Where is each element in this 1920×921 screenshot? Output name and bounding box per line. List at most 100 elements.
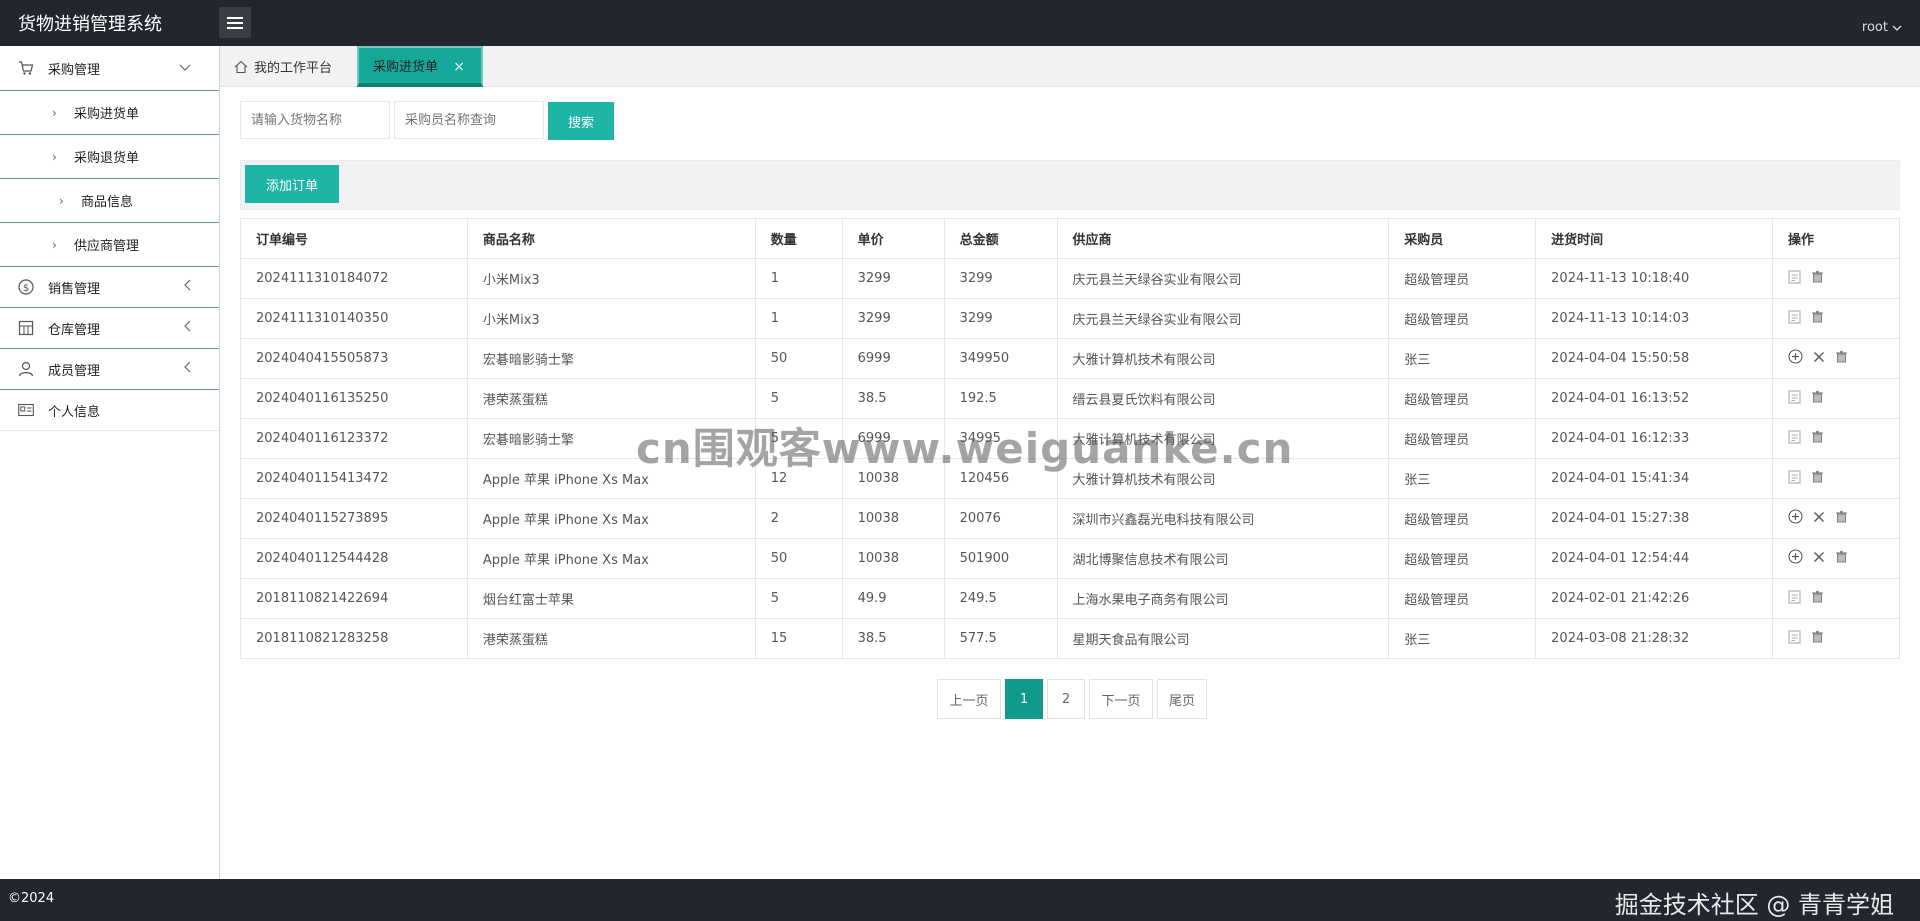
close-icon[interactable] (1813, 351, 1825, 363)
chevron-down-icon (1892, 25, 1902, 31)
cell-product-name: 港荣蒸蛋糕 (466, 378, 756, 419)
menu-icon (227, 16, 243, 29)
add-circle-icon[interactable] (1788, 349, 1803, 364)
cell-order-id: 2024040115413472 (240, 458, 468, 499)
table-row: 2024040112544428 Apple 苹果 iPhone Xs Max 50… (240, 538, 1900, 579)
chevron-left-icon (184, 361, 191, 373)
delete-icon[interactable] (1811, 590, 1824, 603)
prev-page-button[interactable]: 上一页 (937, 679, 1001, 719)
cell-total-amount: 349950 (943, 338, 1058, 379)
sidebar-item-purchase-order[interactable]: › 采购进货单 (0, 91, 219, 135)
cell-order-id: 2018110821422694 (240, 578, 468, 619)
sidebar-group-label: 个人信息 (48, 404, 101, 420)
delete-icon[interactable] (1835, 550, 1848, 563)
cell-buyer: 超级管理员 (1388, 498, 1537, 539)
sidebar-group-purchase[interactable]: 采购管理 (0, 46, 219, 91)
add-circle-icon[interactable] (1788, 509, 1803, 524)
page-1-button[interactable]: 1 (1005, 679, 1043, 719)
delete-icon[interactable] (1811, 310, 1824, 323)
cell-unit-price: 6999 (841, 338, 945, 379)
tab-purchase-order[interactable]: 采购进货单 × (357, 46, 483, 87)
cell-total-amount: 249.5 (943, 578, 1058, 619)
page-2-button[interactable]: 2 (1047, 679, 1085, 719)
row-actions (1788, 429, 1824, 444)
row-actions (1788, 629, 1824, 644)
cell-quantity: 1 (754, 298, 843, 339)
cell-product-name: 宏碁暗影骑士擎 (466, 338, 756, 379)
delete-icon[interactable] (1835, 350, 1848, 363)
row-actions (1788, 269, 1824, 284)
sidebar-group-sales[interactable]: $ 销售管理 (0, 267, 219, 308)
cell-quantity: 5 (754, 378, 843, 419)
cell-product-name: 小米Mix3 (466, 298, 756, 339)
cell-order-id: 2024111310140350 (240, 298, 468, 339)
cell-order-id: 2024040115273895 (240, 498, 468, 539)
delete-icon[interactable] (1811, 390, 1824, 403)
edit-icon[interactable] (1788, 309, 1801, 324)
cell-unit-price: 38.5 (841, 618, 945, 659)
delete-icon[interactable] (1835, 510, 1848, 523)
chevron-left-icon (184, 279, 191, 291)
column-header: 进货时间 (1535, 218, 1774, 259)
edit-icon[interactable] (1788, 629, 1801, 644)
cell-order-id: 2024111310184072 (240, 258, 468, 299)
cell-actions (1772, 538, 1900, 579)
top-header: 货物进销管理系统 root (0, 0, 1920, 46)
sidebar-item-label: 采购进货单 (74, 107, 140, 122)
cell-unit-price: 3299 (841, 258, 945, 299)
row-actions (1788, 589, 1824, 604)
delete-icon[interactable] (1811, 270, 1824, 283)
cell-unit-price: 49.9 (841, 578, 945, 619)
sidebar-item-goods-info[interactable]: › 商品信息 (0, 179, 219, 223)
cell-total-amount: 501900 (943, 538, 1058, 579)
add-order-button[interactable]: 添加订单 (245, 165, 339, 203)
sidebar-group-warehouse[interactable]: 仓库管理 (0, 308, 219, 349)
cell-stock-time: 2024-04-04 15:50:58 (1535, 338, 1774, 379)
cell-total-amount: 20076 (943, 498, 1058, 539)
delete-icon[interactable] (1811, 630, 1824, 643)
delete-icon[interactable] (1811, 470, 1824, 483)
edit-icon[interactable] (1788, 429, 1801, 444)
buyer-name-input[interactable] (394, 101, 544, 139)
sidebar: 采购管理 › 采购进货单 › 采购退货单 › 商品信息 › 供应商管理 $ 销售… (0, 46, 220, 879)
goods-name-input[interactable] (240, 101, 390, 139)
cell-stock-time: 2024-02-01 21:42:26 (1535, 578, 1774, 619)
cell-order-id: 2024040116135250 (240, 378, 468, 419)
close-icon[interactable]: × (453, 59, 465, 75)
sidebar-group-members[interactable]: 成员管理 (0, 349, 219, 390)
close-icon[interactable] (1813, 511, 1825, 523)
table-header-row: 订单编号 商品名称 数量 单价 总金额 供应商 采购员 进货时间 操作 (240, 218, 1900, 259)
sidebar-item-supplier[interactable]: › 供应商管理 (0, 223, 219, 267)
close-icon[interactable] (1813, 551, 1825, 563)
edit-icon[interactable] (1788, 589, 1801, 604)
cell-quantity: 2 (754, 498, 843, 539)
delete-icon[interactable] (1811, 430, 1824, 443)
table-row: 2024111310140350 小米Mix3 1 3299 3299 庆元县兰天绿谷实业… (240, 298, 1900, 339)
cell-order-id: 2024040116123372 (240, 418, 468, 459)
menu-toggle-button[interactable] (219, 7, 251, 38)
search-button[interactable]: 搜索 (548, 102, 614, 140)
edit-icon[interactable] (1788, 469, 1801, 484)
cell-supplier: 星期天食品有限公司 (1056, 618, 1390, 659)
cell-actions (1772, 258, 1900, 299)
cell-stock-time: 2024-04-01 15:27:38 (1535, 498, 1774, 539)
last-page-button[interactable]: 尾页 (1157, 679, 1207, 719)
column-header: 数量 (754, 218, 843, 259)
cell-product-name: Apple 苹果 iPhone Xs Max (466, 498, 756, 539)
edit-icon[interactable] (1788, 389, 1801, 404)
cell-buyer: 超级管理员 (1388, 538, 1537, 579)
sidebar-item-purchase-return[interactable]: › 采购退货单 (0, 135, 219, 179)
column-header: 订单编号 (240, 218, 468, 259)
column-header: 供应商 (1056, 218, 1390, 259)
sidebar-group-profile[interactable]: 个人信息 (0, 390, 219, 431)
cell-stock-time: 2024-11-13 10:18:40 (1535, 258, 1774, 299)
user-menu[interactable]: root (1862, 20, 1902, 35)
warehouse-icon (18, 320, 34, 336)
cell-actions (1772, 338, 1900, 379)
add-circle-icon[interactable] (1788, 549, 1803, 564)
next-page-button[interactable]: 下一页 (1089, 679, 1153, 719)
cell-stock-time: 2024-04-01 15:41:34 (1535, 458, 1774, 499)
cell-actions (1772, 498, 1900, 539)
tab-home[interactable]: 我的工作平台 (234, 46, 332, 87)
edit-icon[interactable] (1788, 269, 1801, 284)
